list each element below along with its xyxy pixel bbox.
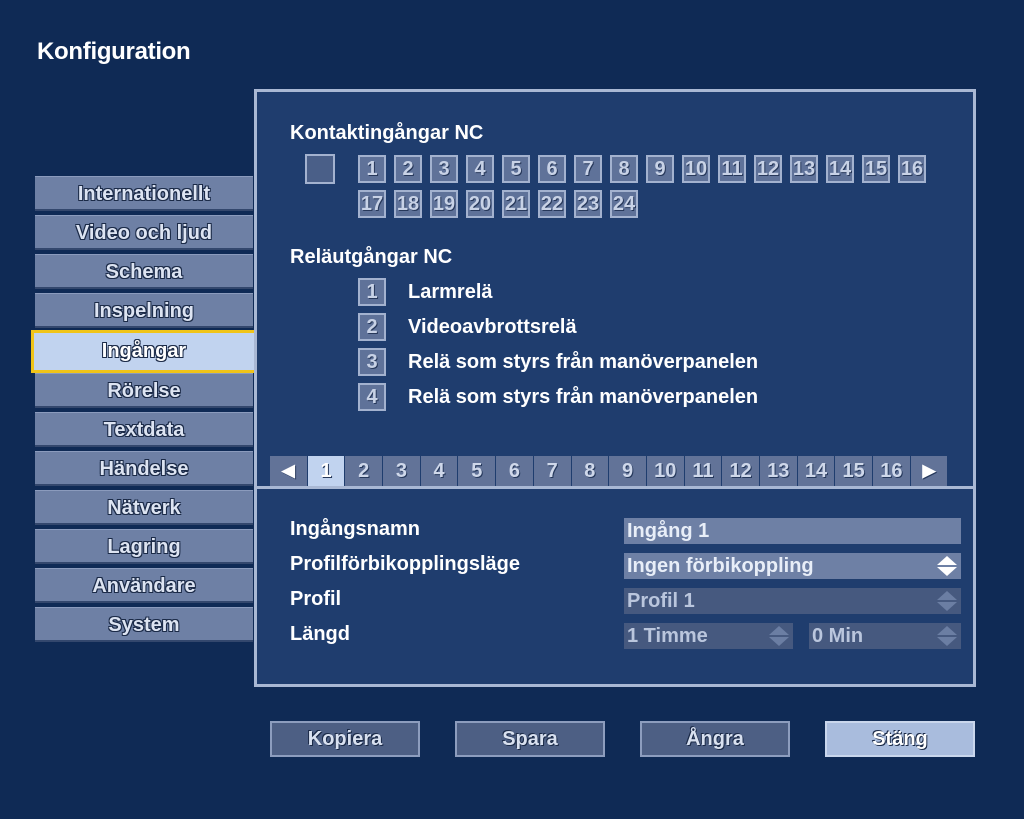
copy-button[interactable]: Kopiera	[270, 721, 420, 757]
relay-label-4: Relä som styrs från manöverpanelen	[408, 386, 759, 408]
sidebar-item-rorelse[interactable]: Rörelse	[35, 373, 253, 408]
input-checkbox-6[interactable]: 6	[538, 155, 566, 183]
tab-input-9[interactable]: 9	[609, 456, 646, 486]
input-checkbox-15[interactable]: 15	[862, 155, 890, 183]
bypass-mode-label: Profilförbikopplingsläge	[290, 553, 521, 575]
sidebar-item-internationellt[interactable]: Internationellt	[35, 176, 253, 211]
input-checkbox-13[interactable]: 13	[790, 155, 818, 183]
sidebar-nav: Internationellt Video och ljud Schema In…	[31, 176, 257, 646]
sidebar-item-textdata[interactable]: Textdata	[35, 412, 253, 447]
bypass-mode-select[interactable]: Ingen förbikoppling	[624, 553, 961, 579]
sidebar-item-video-och-ljud[interactable]: Video och ljud	[35, 215, 253, 250]
up-down-spinner-icon[interactable]	[768, 625, 790, 647]
length-minutes-select[interactable]: 0 Min	[809, 623, 961, 649]
relay-checkbox-2[interactable]: 2	[358, 313, 386, 341]
tab-input-13[interactable]: 13	[759, 456, 797, 486]
up-down-spinner-icon[interactable]	[936, 590, 958, 612]
input-checkbox-9[interactable]: 9	[646, 155, 674, 183]
length-minutes-value: 0 Min	[812, 625, 864, 647]
relay-label-2: Videoavbrottsrelä	[408, 316, 577, 338]
page-title: Konfiguration	[37, 38, 191, 65]
input-tabs: ◀ 1 2 3 4 5 6 7 8 9 10 11 12 13 14 15 16…	[270, 456, 948, 486]
profile-value: Profil 1	[627, 590, 695, 612]
profile-label: Profil	[290, 588, 342, 610]
input-checkbox-22[interactable]: 22	[538, 190, 566, 218]
input-checkbox-7[interactable]: 7	[574, 155, 602, 183]
input-checkbox-4[interactable]: 4	[466, 155, 494, 183]
sidebar-item-handelse[interactable]: Händelse	[35, 451, 253, 486]
inputs-section: Kontaktingångar NC 1 2 3 4 5 6 7 8 9 10 …	[257, 92, 973, 486]
input-checkbox-24[interactable]: 24	[610, 190, 638, 218]
tab-prev-arrow-icon[interactable]: ◀	[270, 456, 307, 486]
sidebar-item-lagring[interactable]: Lagring	[35, 529, 253, 564]
input-checkbox-3[interactable]: 3	[430, 155, 458, 183]
length-label: Längd	[290, 623, 350, 645]
select-all-inputs-checkbox[interactable]	[305, 154, 335, 184]
sidebar-item-ingangar[interactable]: Ingångar	[31, 330, 257, 373]
tab-input-14[interactable]: 14	[797, 456, 835, 486]
close-button[interactable]: Stäng	[825, 721, 975, 757]
sidebar-item-inspelning[interactable]: Inspelning	[35, 293, 253, 328]
tab-next-arrow-icon[interactable]: ▶	[910, 456, 948, 486]
undo-button[interactable]: Ångra	[640, 721, 790, 757]
tab-input-7[interactable]: 7	[533, 456, 571, 486]
input-checkbox-21[interactable]: 21	[502, 190, 530, 218]
relay-checkbox-4[interactable]: 4	[358, 383, 386, 411]
input-checkbox-23[interactable]: 23	[574, 190, 602, 218]
input-checkbox-18[interactable]: 18	[394, 190, 422, 218]
input-checkbox-1[interactable]: 1	[358, 155, 386, 183]
relays-heading: Reläutgångar NC	[290, 246, 453, 268]
save-button[interactable]: Spara	[455, 721, 605, 757]
length-hours-select[interactable]: 1 Timme	[624, 623, 793, 649]
sidebar-item-system[interactable]: System	[35, 607, 253, 642]
sidebar-item-natverk[interactable]: Nätverk	[35, 490, 253, 525]
input-checkbox-8[interactable]: 8	[610, 155, 638, 183]
input-checkbox-5[interactable]: 5	[502, 155, 530, 183]
config-panel: Kontaktingångar NC 1 2 3 4 5 6 7 8 9 10 …	[254, 89, 976, 687]
input-checkbox-10[interactable]: 10	[682, 155, 710, 183]
tab-input-1[interactable]: 1	[307, 456, 345, 486]
input-checkbox-17[interactable]: 17	[358, 190, 386, 218]
input-checkbox-19[interactable]: 19	[430, 190, 458, 218]
tab-input-10[interactable]: 10	[646, 456, 684, 486]
tab-input-11[interactable]: 11	[684, 456, 722, 486]
tab-input-4[interactable]: 4	[420, 456, 458, 486]
up-down-spinner-icon[interactable]	[936, 625, 958, 647]
input-checkbox-20[interactable]: 20	[466, 190, 494, 218]
up-down-spinner-icon[interactable]	[936, 555, 958, 577]
tab-input-3[interactable]: 3	[383, 456, 420, 486]
sidebar-item-anvandare[interactable]: Användare	[35, 568, 253, 603]
input-checkbox-12[interactable]: 12	[754, 155, 782, 183]
input-checkbox-16[interactable]: 16	[898, 155, 926, 183]
sidebar-item-schema[interactable]: Schema	[35, 254, 253, 289]
tab-input-6[interactable]: 6	[496, 456, 533, 486]
input-checkbox-14[interactable]: 14	[826, 155, 854, 183]
bypass-mode-value: Ingen förbikoppling	[627, 555, 814, 577]
relay-checkbox-1[interactable]: 1	[358, 278, 386, 306]
relay-label-1: Larmrelä	[408, 281, 493, 303]
tab-input-12[interactable]: 12	[722, 456, 759, 486]
input-checkbox-11[interactable]: 11	[718, 155, 746, 183]
tab-input-8[interactable]: 8	[571, 456, 609, 486]
input-name-label: Ingångsnamn	[290, 518, 421, 540]
profile-select[interactable]: Profil 1	[624, 588, 961, 614]
length-hours-value: 1 Timme	[627, 625, 708, 647]
relay-label-3: Relä som styrs från manöverpanelen	[408, 351, 759, 373]
inputs-heading: Kontaktingångar NC	[290, 122, 484, 144]
tab-input-15[interactable]: 15	[835, 456, 872, 486]
input-checkbox-2[interactable]: 2	[394, 155, 422, 183]
tab-input-2[interactable]: 2	[345, 456, 383, 486]
input-settings-form: Ingångsnamn Ingång 1 Profilförbikoppling…	[257, 489, 973, 684]
tab-input-5[interactable]: 5	[458, 456, 496, 486]
relay-checkbox-3[interactable]: 3	[358, 348, 386, 376]
input-name-field[interactable]: Ingång 1	[624, 518, 961, 544]
tab-input-16[interactable]: 16	[873, 456, 910, 486]
